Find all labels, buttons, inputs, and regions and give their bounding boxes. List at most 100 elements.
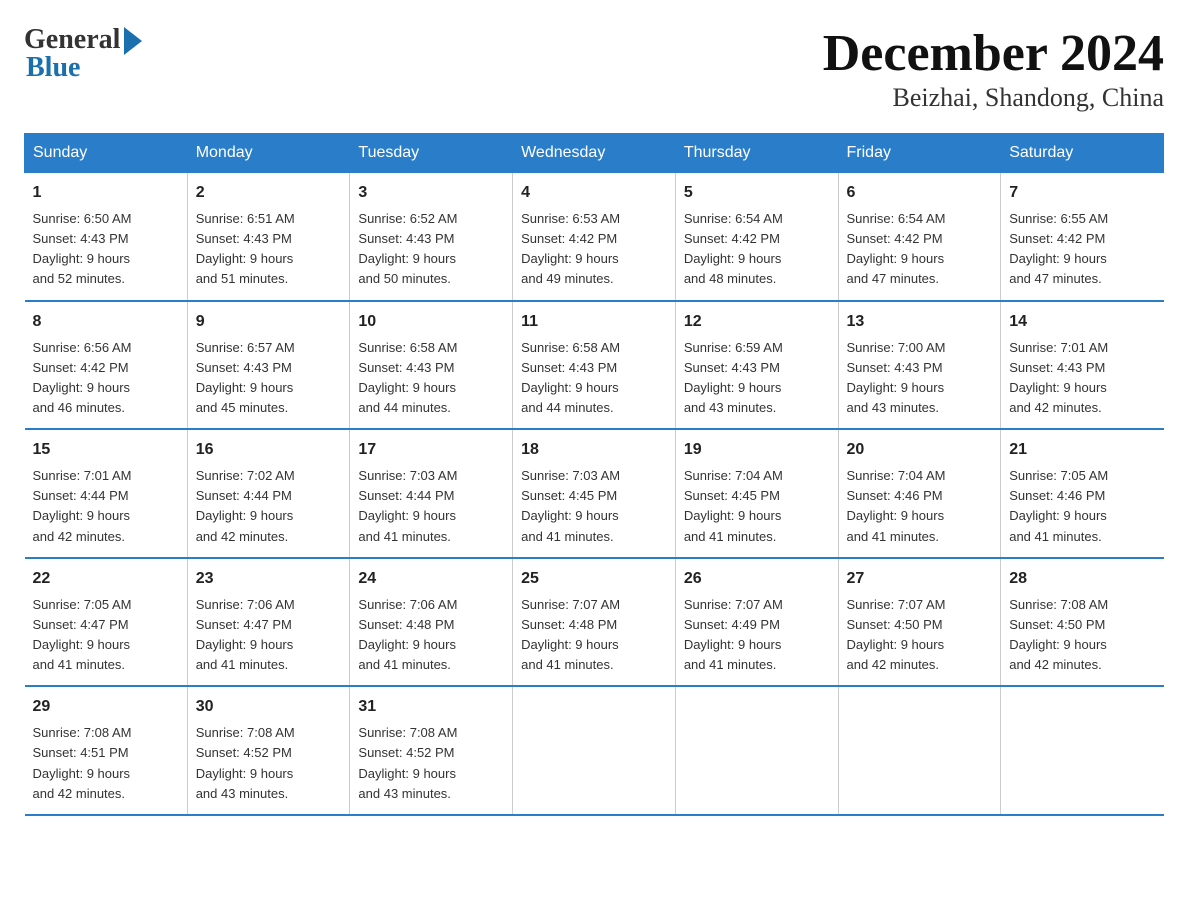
page-header: General Blue December 2024 Beizhai, Shan… bbox=[24, 24, 1164, 113]
calendar-day-cell: 17 Sunrise: 7:03 AMSunset: 4:44 PMDaylig… bbox=[350, 429, 513, 558]
day-number: 27 bbox=[847, 567, 993, 591]
calendar-day-cell: 10 Sunrise: 6:58 AMSunset: 4:43 PMDaylig… bbox=[350, 301, 513, 430]
day-info: Sunrise: 7:08 AMSunset: 4:52 PMDaylight:… bbox=[358, 723, 504, 804]
day-number: 11 bbox=[521, 310, 667, 334]
day-info: Sunrise: 6:53 AMSunset: 4:42 PMDaylight:… bbox=[521, 209, 667, 290]
day-number: 18 bbox=[521, 438, 667, 462]
calendar-table: SundayMondayTuesdayWednesdayThursdayFrid… bbox=[24, 133, 1164, 816]
day-info: Sunrise: 7:03 AMSunset: 4:45 PMDaylight:… bbox=[521, 466, 667, 547]
day-info: Sunrise: 7:08 AMSunset: 4:52 PMDaylight:… bbox=[196, 723, 342, 804]
calendar-day-cell: 11 Sunrise: 6:58 AMSunset: 4:43 PMDaylig… bbox=[513, 301, 676, 430]
calendar-week-row: 8 Sunrise: 6:56 AMSunset: 4:42 PMDayligh… bbox=[25, 301, 1164, 430]
day-number: 20 bbox=[847, 438, 993, 462]
calendar-header-row: SundayMondayTuesdayWednesdayThursdayFrid… bbox=[25, 134, 1164, 173]
calendar-day-cell: 26 Sunrise: 7:07 AMSunset: 4:49 PMDaylig… bbox=[675, 558, 838, 687]
day-number: 13 bbox=[847, 310, 993, 334]
calendar-day-cell: 22 Sunrise: 7:05 AMSunset: 4:47 PMDaylig… bbox=[25, 558, 188, 687]
day-info: Sunrise: 6:58 AMSunset: 4:43 PMDaylight:… bbox=[521, 338, 667, 419]
calendar-day-cell: 29 Sunrise: 7:08 AMSunset: 4:51 PMDaylig… bbox=[25, 686, 188, 815]
calendar-day-cell: 1 Sunrise: 6:50 AMSunset: 4:43 PMDayligh… bbox=[25, 173, 188, 301]
day-info: Sunrise: 7:03 AMSunset: 4:44 PMDaylight:… bbox=[358, 466, 504, 547]
day-info: Sunrise: 7:08 AMSunset: 4:51 PMDaylight:… bbox=[33, 723, 179, 804]
day-info: Sunrise: 6:58 AMSunset: 4:43 PMDaylight:… bbox=[358, 338, 504, 419]
day-info: Sunrise: 7:02 AMSunset: 4:44 PMDaylight:… bbox=[196, 466, 342, 547]
day-number: 9 bbox=[196, 310, 342, 334]
calendar-day-cell: 9 Sunrise: 6:57 AMSunset: 4:43 PMDayligh… bbox=[187, 301, 350, 430]
calendar-day-cell: 27 Sunrise: 7:07 AMSunset: 4:50 PMDaylig… bbox=[838, 558, 1001, 687]
day-number: 31 bbox=[358, 695, 504, 719]
calendar-day-cell bbox=[675, 686, 838, 815]
day-info: Sunrise: 6:52 AMSunset: 4:43 PMDaylight:… bbox=[358, 209, 504, 290]
day-info: Sunrise: 6:51 AMSunset: 4:43 PMDaylight:… bbox=[196, 209, 342, 290]
calendar-day-cell bbox=[1001, 686, 1164, 815]
day-info: Sunrise: 7:07 AMSunset: 4:48 PMDaylight:… bbox=[521, 595, 667, 676]
calendar-day-cell: 13 Sunrise: 7:00 AMSunset: 4:43 PMDaylig… bbox=[838, 301, 1001, 430]
calendar-header-cell: Wednesday bbox=[513, 134, 676, 173]
day-number: 8 bbox=[33, 310, 179, 334]
calendar-week-row: 22 Sunrise: 7:05 AMSunset: 4:47 PMDaylig… bbox=[25, 558, 1164, 687]
day-info: Sunrise: 6:50 AMSunset: 4:43 PMDaylight:… bbox=[33, 209, 179, 290]
logo: General Blue bbox=[24, 24, 142, 84]
day-info: Sunrise: 7:01 AMSunset: 4:44 PMDaylight:… bbox=[33, 466, 179, 547]
day-number: 26 bbox=[684, 567, 830, 591]
day-number: 15 bbox=[33, 438, 179, 462]
day-number: 10 bbox=[358, 310, 504, 334]
day-info: Sunrise: 7:05 AMSunset: 4:47 PMDaylight:… bbox=[33, 595, 179, 676]
day-number: 7 bbox=[1009, 181, 1155, 205]
day-number: 24 bbox=[358, 567, 504, 591]
title-section: December 2024 Beizhai, Shandong, China bbox=[823, 24, 1164, 113]
calendar-day-cell: 3 Sunrise: 6:52 AMSunset: 4:43 PMDayligh… bbox=[350, 173, 513, 301]
day-info: Sunrise: 6:59 AMSunset: 4:43 PMDaylight:… bbox=[684, 338, 830, 419]
calendar-day-cell bbox=[838, 686, 1001, 815]
day-number: 4 bbox=[521, 181, 667, 205]
calendar-body: 1 Sunrise: 6:50 AMSunset: 4:43 PMDayligh… bbox=[25, 173, 1164, 815]
calendar-day-cell: 2 Sunrise: 6:51 AMSunset: 4:43 PMDayligh… bbox=[187, 173, 350, 301]
day-number: 28 bbox=[1009, 567, 1155, 591]
calendar-day-cell: 8 Sunrise: 6:56 AMSunset: 4:42 PMDayligh… bbox=[25, 301, 188, 430]
calendar-day-cell: 23 Sunrise: 7:06 AMSunset: 4:47 PMDaylig… bbox=[187, 558, 350, 687]
day-info: Sunrise: 7:01 AMSunset: 4:43 PMDaylight:… bbox=[1009, 338, 1155, 419]
day-info: Sunrise: 7:06 AMSunset: 4:47 PMDaylight:… bbox=[196, 595, 342, 676]
calendar-day-cell: 24 Sunrise: 7:06 AMSunset: 4:48 PMDaylig… bbox=[350, 558, 513, 687]
calendar-header-cell: Sunday bbox=[25, 134, 188, 173]
day-number: 16 bbox=[196, 438, 342, 462]
day-number: 30 bbox=[196, 695, 342, 719]
day-info: Sunrise: 6:55 AMSunset: 4:42 PMDaylight:… bbox=[1009, 209, 1155, 290]
day-number: 14 bbox=[1009, 310, 1155, 334]
day-info: Sunrise: 6:57 AMSunset: 4:43 PMDaylight:… bbox=[196, 338, 342, 419]
day-info: Sunrise: 7:04 AMSunset: 4:46 PMDaylight:… bbox=[847, 466, 993, 547]
calendar-header-cell: Thursday bbox=[675, 134, 838, 173]
location-title: Beizhai, Shandong, China bbox=[823, 83, 1164, 113]
calendar-header-cell: Friday bbox=[838, 134, 1001, 173]
day-number: 12 bbox=[684, 310, 830, 334]
day-info: Sunrise: 6:54 AMSunset: 4:42 PMDaylight:… bbox=[684, 209, 830, 290]
calendar-day-cell: 19 Sunrise: 7:04 AMSunset: 4:45 PMDaylig… bbox=[675, 429, 838, 558]
day-number: 23 bbox=[196, 567, 342, 591]
calendar-day-cell: 5 Sunrise: 6:54 AMSunset: 4:42 PMDayligh… bbox=[675, 173, 838, 301]
day-number: 1 bbox=[33, 181, 179, 205]
day-info: Sunrise: 7:00 AMSunset: 4:43 PMDaylight:… bbox=[847, 338, 993, 419]
calendar-day-cell: 4 Sunrise: 6:53 AMSunset: 4:42 PMDayligh… bbox=[513, 173, 676, 301]
day-info: Sunrise: 7:07 AMSunset: 4:49 PMDaylight:… bbox=[684, 595, 830, 676]
logo-blue-text: Blue bbox=[24, 52, 80, 84]
day-info: Sunrise: 6:54 AMSunset: 4:42 PMDaylight:… bbox=[847, 209, 993, 290]
logo-arrow-icon bbox=[124, 27, 142, 55]
calendar-day-cell: 30 Sunrise: 7:08 AMSunset: 4:52 PMDaylig… bbox=[187, 686, 350, 815]
calendar-day-cell: 6 Sunrise: 6:54 AMSunset: 4:42 PMDayligh… bbox=[838, 173, 1001, 301]
month-title: December 2024 bbox=[823, 24, 1164, 83]
calendar-day-cell: 7 Sunrise: 6:55 AMSunset: 4:42 PMDayligh… bbox=[1001, 173, 1164, 301]
calendar-day-cell: 20 Sunrise: 7:04 AMSunset: 4:46 PMDaylig… bbox=[838, 429, 1001, 558]
day-info: Sunrise: 7:05 AMSunset: 4:46 PMDaylight:… bbox=[1009, 466, 1155, 547]
calendar-week-row: 1 Sunrise: 6:50 AMSunset: 4:43 PMDayligh… bbox=[25, 173, 1164, 301]
calendar-day-cell: 28 Sunrise: 7:08 AMSunset: 4:50 PMDaylig… bbox=[1001, 558, 1164, 687]
calendar-day-cell: 25 Sunrise: 7:07 AMSunset: 4:48 PMDaylig… bbox=[513, 558, 676, 687]
day-info: Sunrise: 7:08 AMSunset: 4:50 PMDaylight:… bbox=[1009, 595, 1155, 676]
day-number: 6 bbox=[847, 181, 993, 205]
day-number: 29 bbox=[33, 695, 179, 719]
calendar-header-cell: Saturday bbox=[1001, 134, 1164, 173]
day-info: Sunrise: 7:06 AMSunset: 4:48 PMDaylight:… bbox=[358, 595, 504, 676]
day-number: 22 bbox=[33, 567, 179, 591]
calendar-header-cell: Tuesday bbox=[350, 134, 513, 173]
day-number: 2 bbox=[196, 181, 342, 205]
calendar-day-cell: 31 Sunrise: 7:08 AMSunset: 4:52 PMDaylig… bbox=[350, 686, 513, 815]
